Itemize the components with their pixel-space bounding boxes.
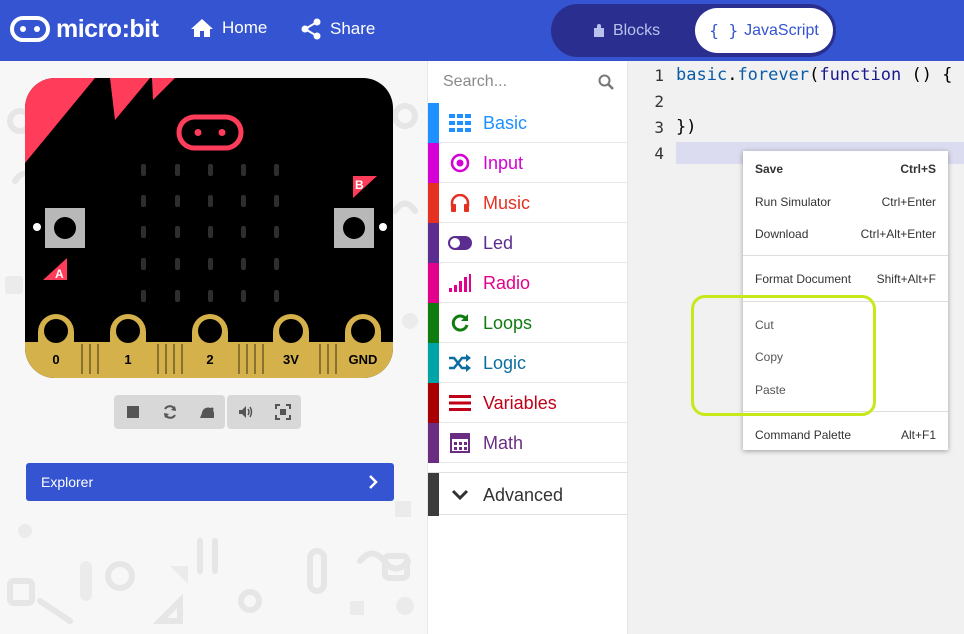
category-label: Led: [483, 233, 514, 253]
menu-item-run-simulator[interactable]: Run Simulator Ctrl+Enter: [755, 192, 936, 212]
line-number: 1: [654, 66, 664, 85]
blocks-label: Blocks: [612, 21, 661, 39]
share-button[interactable]: Share: [300, 18, 375, 40]
top-bar: micro:bit Home Share Blocks { } JavaScri…: [0, 0, 964, 61]
snail-icon: [199, 407, 214, 418]
restart-button[interactable]: [151, 395, 188, 429]
category-advanced[interactable]: Advanced: [428, 472, 628, 516]
headphones-icon: [448, 192, 472, 214]
simulator-panel: A B 0 1 2 3V GND Explorer: [0, 61, 427, 634]
code-line-1[interactable]: basic.forever(function () {: [676, 65, 952, 85]
category-input[interactable]: Input: [428, 143, 628, 183]
menu-separator: [743, 255, 948, 256]
calculator-icon: [448, 432, 472, 454]
javascript-tab[interactable]: { } JavaScript: [695, 8, 833, 53]
stop-icon: [126, 406, 139, 418]
speaker-icon: [238, 406, 252, 418]
grid-icon: [448, 112, 472, 134]
share-icon: [301, 18, 321, 40]
svg-text:1: 1: [124, 352, 131, 367]
svg-text:GND: GND: [349, 352, 378, 367]
category-variables[interactable]: Variables: [428, 383, 628, 423]
fullscreen-button[interactable]: [264, 395, 301, 429]
category-led[interactable]: Led: [428, 223, 628, 263]
slowmo-button[interactable]: [188, 395, 225, 429]
line-number: 3: [654, 118, 664, 137]
fullscreen-icon: [274, 404, 291, 420]
lines-icon: [448, 392, 472, 414]
category-loops[interactable]: Loops: [428, 303, 628, 343]
svg-text:2: 2: [206, 352, 213, 367]
puzzle-icon: [593, 23, 604, 37]
category-label: Music: [483, 193, 531, 213]
line-number: 2: [654, 92, 664, 111]
search-placeholder: Search...: [443, 73, 508, 90]
home-label: Home: [222, 18, 268, 37]
category-label: Variables: [483, 393, 557, 413]
blocks-tab[interactable]: Blocks: [559, 9, 692, 52]
category-basic[interactable]: Basic: [428, 103, 628, 143]
microbit-logo-icon: [10, 16, 50, 42]
signal-icon: [448, 272, 472, 294]
toolbox: Search... Basic Input Music Led Radio Lo…: [427, 61, 628, 634]
category-radio[interactable]: Radio: [428, 263, 628, 303]
stop-button[interactable]: [114, 395, 151, 429]
advanced-label: Advanced: [483, 485, 564, 505]
annotation-highlight: [691, 295, 876, 416]
chevron-down-icon: [451, 489, 469, 501]
menu-item-download[interactable]: Download Ctrl+Alt+Enter: [755, 224, 936, 244]
category-label: Loops: [483, 313, 533, 333]
toggle-icon: [448, 232, 472, 254]
category-label: Radio: [483, 273, 531, 293]
menu-item-command-palette[interactable]: Command Palette Alt+F1: [755, 425, 936, 445]
menu-item-save[interactable]: Save Ctrl+S: [755, 159, 936, 179]
svg-text:0: 0: [52, 352, 59, 367]
share-label: Share: [330, 19, 376, 38]
category-label: Logic: [483, 353, 527, 373]
category-label: Basic: [483, 113, 528, 133]
microbit-board[interactable]: A B 0 1 2 3V GND: [25, 78, 395, 379]
home-icon: [191, 19, 213, 37]
category-music[interactable]: Music: [428, 183, 628, 223]
category-logic[interactable]: Logic: [428, 343, 628, 383]
explorer-label: Explorer: [41, 474, 94, 490]
home-button[interactable]: Home: [190, 18, 267, 38]
code-line-3[interactable]: }): [676, 117, 696, 137]
microbit-logo[interactable]: micro:bit: [10, 14, 159, 44]
restart-icon: [163, 405, 176, 419]
shuffle-icon: [448, 352, 472, 374]
svg-text:A: A: [55, 267, 64, 281]
svg-text:B: B: [355, 178, 364, 192]
line-number: 4: [654, 144, 664, 163]
mute-button[interactable]: [227, 395, 264, 429]
braces-icon: { }: [709, 21, 739, 40]
target-icon: [448, 152, 472, 174]
brand-name: micro:bit: [56, 14, 159, 43]
category-math[interactable]: Math: [428, 423, 628, 463]
svg-text:3V: 3V: [283, 352, 299, 367]
chevron-right-icon: [369, 475, 378, 489]
explorer-button[interactable]: Explorer: [26, 463, 394, 501]
category-label: Input: [483, 153, 524, 173]
search-input[interactable]: Search...: [428, 61, 628, 103]
search-icon[interactable]: [598, 74, 614, 90]
category-label: Math: [483, 433, 524, 453]
javascript-label: JavaScript: [744, 21, 819, 39]
simulator-toolbar: [114, 395, 301, 429]
refresh-icon: [448, 312, 472, 334]
editor-toggle: Blocks { } JavaScript: [551, 4, 836, 57]
menu-item-format-document[interactable]: Format Document Shift+Alt+F: [755, 269, 936, 289]
